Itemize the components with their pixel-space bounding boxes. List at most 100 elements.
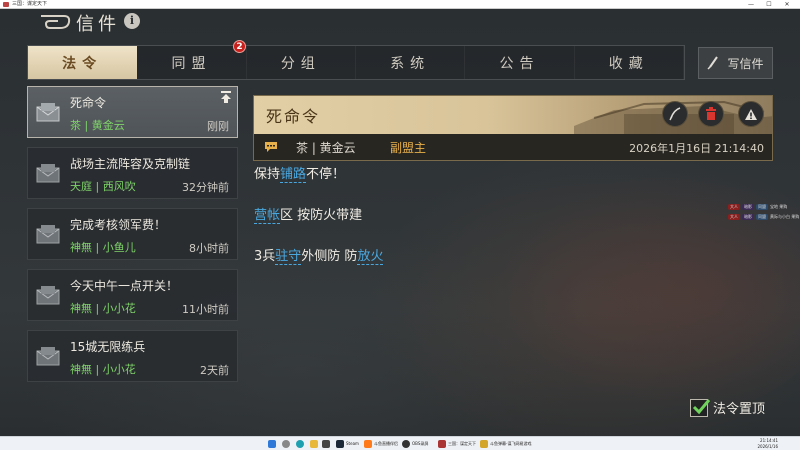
envelope-icon [36, 286, 60, 305]
pin-top-icon [221, 91, 231, 103]
envelope-icon [36, 164, 60, 183]
quill-icon [669, 107, 681, 121]
chat-tag: 同盟 [756, 204, 768, 210]
mail-subject: 死命令 [70, 96, 107, 110]
folder-icon [310, 440, 318, 448]
tab-announcement[interactable]: 公告 [465, 46, 575, 79]
mail-time: 11小时前 [182, 303, 229, 316]
system-clock[interactable]: 21:14:41 2026/1/16 [757, 438, 778, 450]
tab-decree[interactable]: 法令 [28, 46, 138, 79]
mail-sender: 神無 | 小小花 [70, 302, 136, 315]
body-text: 保持 [254, 167, 281, 182]
mail-sender: 天庭 | 西风吹 [70, 180, 136, 193]
map-link[interactable]: 放火 [357, 249, 384, 265]
os-taskbar: Steam 斗鱼直播伴侣 OBS录屏 三国：谋定天下 斗鱼弹幕-谋飞网易游戏 2… [0, 436, 800, 450]
mail-detail-header: 死命令 茶 | 黄金云 副盟主 2026年1月16日 21:14:40 [253, 95, 773, 161]
start-button[interactable] [268, 439, 278, 449]
map-link[interactable]: 驻守 [275, 249, 302, 265]
mail-body-line: 保持铺路不停！ [254, 163, 345, 183]
warning-icon [745, 108, 757, 120]
detail-title: 死命令 [266, 107, 321, 126]
chat-text: 宝地 果购 [770, 204, 788, 209]
mail-sender: 茶 | 黄金云 [70, 119, 125, 132]
list-item[interactable]: 15城无限练兵 神無 | 小小花 2天前 [27, 330, 238, 382]
pin-decree-toggle[interactable]: 法令置顶 [690, 398, 765, 417]
app-icon [3, 2, 9, 7]
report-button[interactable] [738, 101, 764, 127]
pin-label: 法令置顶 [713, 402, 766, 417]
tab-label: 系统 [390, 55, 431, 72]
window-title: 三国：谋定天下 [12, 1, 48, 7]
list-item[interactable]: 战场主流阵容及克制链 天庭 | 西风吹 32分钟前 [27, 147, 238, 199]
minimize-button[interactable]: — [744, 0, 758, 9]
envelope-icon [36, 103, 60, 122]
envelope-icon [36, 347, 60, 366]
mail-sender: 神無 | 小鱼儿 [70, 241, 136, 254]
list-item[interactable]: 完成考核领军费！ 神無 | 小鱼儿 8小时前 [27, 208, 238, 260]
body-text: 3兵 [254, 249, 276, 264]
map-link[interactable]: 铺路 [280, 167, 307, 183]
maximize-button[interactable]: ☐ [762, 0, 776, 9]
tab-group[interactable]: 分组 [247, 46, 356, 79]
taskbar-search[interactable] [282, 439, 292, 449]
detail-sender[interactable]: 茶 | 黄金云 [296, 139, 356, 156]
floating-chat-line[interactable]: 大人 暗影 同盟 宝地 果购 [728, 203, 787, 211]
close-window-button[interactable]: ✕ [780, 0, 794, 9]
taskbar-steam[interactable]: Steam [336, 439, 359, 449]
window-titlebar: 三国：谋定天下 — ☐ ✕ [0, 0, 800, 9]
list-item[interactable]: 死命令 茶 | 黄金云 刚刚 [27, 86, 238, 138]
checkmark-icon [692, 398, 711, 414]
windows-icon [268, 440, 276, 448]
taskbar-app[interactable] [322, 439, 332, 449]
taskbar-danmu[interactable]: 斗鱼弹幕-谋飞网易游戏 [480, 439, 531, 449]
reply-button[interactable] [662, 101, 688, 127]
chat-tag: 大人 [728, 214, 740, 220]
obs-icon [402, 440, 410, 448]
floating-chat-line[interactable]: 大人 暗影 同盟 黄际与小白 果购 [728, 213, 799, 221]
danmu-icon [480, 440, 488, 448]
mail-subject: 战场主流阵容及克制链 [70, 157, 191, 171]
brush-icon [707, 56, 719, 70]
taskbar-label: 斗鱼弹幕-谋飞网易游戏 [490, 441, 532, 446]
mail-time: 8小时前 [189, 242, 229, 255]
tab-favorites[interactable]: 收藏 [575, 46, 684, 79]
tab-label: 法令 [62, 55, 103, 72]
douyu-icon [364, 440, 372, 448]
steam-icon [336, 440, 344, 448]
tab-label: 分组 [280, 55, 321, 72]
mail-time: 刚刚 [207, 120, 229, 133]
mail-subject: 今天中午一点开关！ [70, 279, 179, 293]
pin-checkbox[interactable] [690, 398, 711, 417]
speech-bubble-icon [265, 142, 277, 152]
chat-tag: 暗影 [742, 214, 754, 220]
search-icon [282, 440, 290, 448]
map-link[interactable]: 营帐 [254, 208, 281, 224]
info-icon[interactable]: i [124, 13, 140, 29]
taskbar-files[interactable] [310, 439, 320, 449]
write-mail-button[interactable]: 写信件 [698, 47, 773, 79]
dragon-cloud-icon[interactable] [38, 12, 72, 32]
game-viewport: 信件 i 法令 同盟 分组 系统 公告 收藏 2 写信件 死命令 茶 | 黄金云… [0, 9, 800, 436]
taskbar-edge[interactable] [296, 439, 306, 449]
tab-label: 同盟 [171, 55, 212, 72]
mail-subject: 15城无限练兵 [70, 340, 146, 354]
detail-role: 副盟主 [390, 141, 427, 155]
body-text: 外侧防 防 [301, 249, 358, 264]
mail-list: 死命令 茶 | 黄金云 刚刚 战场主流阵容及克制链 天庭 | 西风吹 32分钟前 [27, 86, 238, 391]
list-item[interactable]: 今天中午一点开关！ 神無 | 小小花 11小时前 [27, 269, 238, 321]
detail-date: 2026年1月16日 21:14:40 [629, 142, 764, 155]
taskbar-game[interactable]: 三国：谋定天下 [438, 439, 476, 449]
mail-body-line: 营帐区 按防火带建 [254, 204, 362, 224]
detail-meta-bar: 茶 | 黄金云 副盟主 2026年1月16日 21:14:40 [254, 134, 772, 160]
delete-button[interactable] [698, 101, 724, 127]
tab-alliance[interactable]: 同盟 [137, 46, 247, 79]
tab-system[interactable]: 系统 [356, 46, 466, 79]
detail-title-bar: 死命令 [254, 96, 772, 134]
taskbar-obs[interactable]: OBS录屏 [402, 439, 428, 449]
game-icon [438, 440, 446, 448]
mail-body-line: 3兵驻守外侧防 防放火 [254, 245, 384, 265]
taskbar-douyu[interactable]: 斗鱼直播伴侣 [364, 439, 398, 449]
mail-time: 32分钟前 [182, 181, 229, 194]
taskbar-label: Steam [346, 441, 359, 446]
taskbar-label: OBS录屏 [412, 441, 429, 446]
